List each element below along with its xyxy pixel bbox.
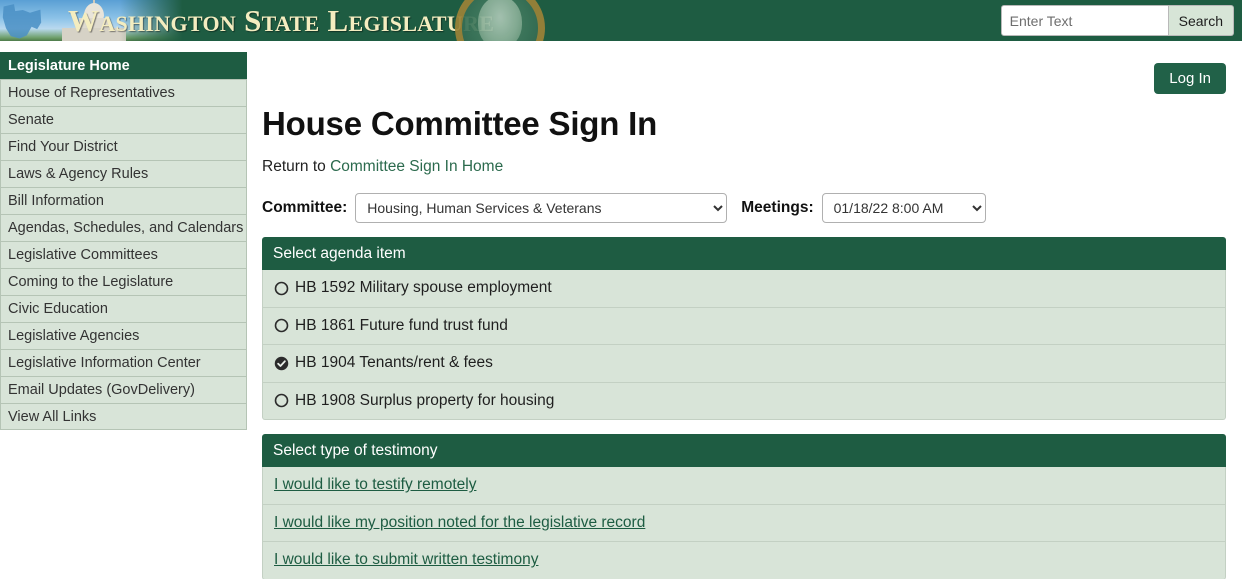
- sidebar-item-find-your-district[interactable]: Find Your District: [0, 133, 247, 160]
- sidebar-item-legislative-agencies[interactable]: Legislative Agencies: [0, 322, 247, 349]
- login-row: Log In: [262, 41, 1226, 94]
- testimony-option-link[interactable]: I would like to testify remotely: [274, 476, 476, 494]
- return-prefix-text: Return to: [262, 158, 331, 175]
- sidebar-item-civic-education[interactable]: Civic Education: [0, 295, 247, 322]
- agenda-item-label: HB 1592 Military spouse employment: [295, 279, 552, 297]
- committee-select[interactable]: Housing, Human Services & Veterans: [355, 193, 728, 223]
- agenda-item-row[interactable]: HB 1904 Tenants/rent & fees: [262, 345, 1226, 383]
- testimony-option-list: I would like to testify remotely I would …: [262, 467, 1226, 579]
- radio-unselected-icon[interactable]: [274, 318, 289, 333]
- sidebar-item-bill-information[interactable]: Bill Information: [0, 187, 247, 214]
- sidebar-item-senate[interactable]: Senate: [0, 106, 247, 133]
- committee-sign-in-home-link[interactable]: Committee Sign In Home: [330, 158, 503, 175]
- sidebar-item-coming-to-the-legislature[interactable]: Coming to the Legislature: [0, 268, 247, 295]
- washington-state-seal-icon: [455, 0, 545, 41]
- meetings-select[interactable]: 01/18/22 8:00 AM: [821, 193, 986, 223]
- testimony-option-row[interactable]: I would like to submit written testimony: [262, 542, 1226, 579]
- sidebar-item-view-all-links[interactable]: View All Links: [0, 403, 247, 430]
- agenda-item-row[interactable]: HB 1908 Surplus property for housing: [262, 382, 1226, 420]
- search-input[interactable]: [1000, 5, 1169, 36]
- testimony-option-link[interactable]: I would like my position noted for the l…: [274, 514, 645, 532]
- page-body: Legislature Home House of Representatives…: [0, 41, 1242, 579]
- testimony-option-link[interactable]: I would like to submit written testimony: [274, 551, 538, 569]
- site-title: Washington State Legislature: [68, 3, 495, 38]
- testimony-panel-title: Select type of testimony: [262, 434, 1226, 467]
- testimony-option-row[interactable]: I would like my position noted for the l…: [262, 504, 1226, 542]
- agenda-item-list: HB 1592 Military spouse employment HB 186…: [262, 270, 1226, 420]
- sidebar-item-legislative-committees[interactable]: Legislative Committees: [0, 241, 247, 268]
- sidebar-item-legislature-home[interactable]: Legislature Home: [0, 52, 247, 79]
- radio-unselected-icon[interactable]: [274, 393, 289, 408]
- sidebar-item-email-updates-govdelivery[interactable]: Email Updates (GovDelivery): [0, 376, 247, 403]
- return-line: Return to Committee Sign In Home: [262, 158, 1226, 176]
- agenda-panel-title: Select agenda item: [262, 237, 1226, 270]
- meetings-label: Meetings:: [741, 199, 814, 216]
- agenda-item-row[interactable]: HB 1861 Future fund trust fund: [262, 307, 1226, 345]
- main-content: Log In House Committee Sign In Return to…: [262, 41, 1226, 579]
- radio-unselected-icon[interactable]: [274, 281, 289, 296]
- header-search: Search: [1000, 5, 1234, 36]
- agenda-panel: Select agenda item HB 1592 Military spou…: [262, 237, 1226, 420]
- sidebar-item-legislative-information-center[interactable]: Legislative Information Center: [0, 349, 247, 376]
- sidebar-nav: Legislature Home House of Representatives…: [0, 52, 247, 430]
- page-title: House Committee Sign In: [262, 105, 658, 142]
- agenda-item-label: HB 1904 Tenants/rent & fees: [295, 354, 493, 372]
- sidebar-item-agendas-schedules-and-calendars[interactable]: Agendas, Schedules, and Calendars: [0, 214, 247, 241]
- log-in-button[interactable]: Log In: [1154, 63, 1226, 94]
- selector-row: Committee: Housing, Human Services & Vet…: [262, 193, 1226, 223]
- agenda-item-row[interactable]: HB 1592 Military spouse employment: [262, 270, 1226, 308]
- check-circle-icon[interactable]: [274, 356, 289, 371]
- sidebar-item-house-of-representatives[interactable]: House of Representatives: [0, 79, 247, 106]
- testimony-panel: Select type of testimony I would like to…: [262, 434, 1226, 579]
- sidebar-item-laws-agency-rules[interactable]: Laws & Agency Rules: [0, 160, 247, 187]
- agenda-item-label: HB 1861 Future fund trust fund: [295, 316, 508, 334]
- search-button[interactable]: Search: [1168, 5, 1234, 36]
- agenda-item-label: HB 1908 Surplus property for housing: [295, 391, 555, 409]
- committee-label: Committee:: [262, 199, 348, 216]
- site-header: Washington State Legislature Search: [0, 0, 1242, 41]
- testimony-option-row[interactable]: I would like to testify remotely: [262, 467, 1226, 505]
